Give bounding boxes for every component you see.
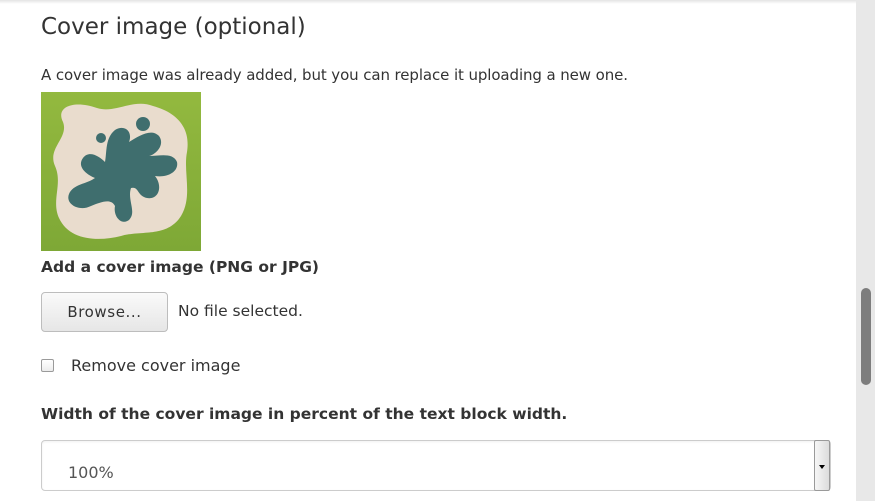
remove-cover-label[interactable]: Remove cover image <box>71 356 240 375</box>
section-title: Cover image (optional) <box>41 14 306 40</box>
remove-cover-checkbox[interactable] <box>41 359 54 372</box>
scrollbar-thumb[interactable] <box>861 288 871 385</box>
browse-button[interactable]: Browse... <box>41 292 168 332</box>
width-select[interactable]: 100% <box>41 440 831 491</box>
scrollbar-track[interactable] <box>856 0 875 501</box>
top-edge-shadow <box>0 0 856 4</box>
caret-down-icon <box>819 465 825 469</box>
dropdown-button[interactable] <box>814 440 830 491</box>
upload-label: Add a cover image (PNG or JPG) <box>41 258 320 276</box>
width-select-value: 100% <box>68 463 114 482</box>
cover-image-thumbnail <box>41 92 201 251</box>
cover-info-text: A cover image was already added, but you… <box>41 66 628 84</box>
file-status-text: No file selected. <box>178 302 303 320</box>
width-label: Width of the cover image in percent of t… <box>41 405 568 423</box>
